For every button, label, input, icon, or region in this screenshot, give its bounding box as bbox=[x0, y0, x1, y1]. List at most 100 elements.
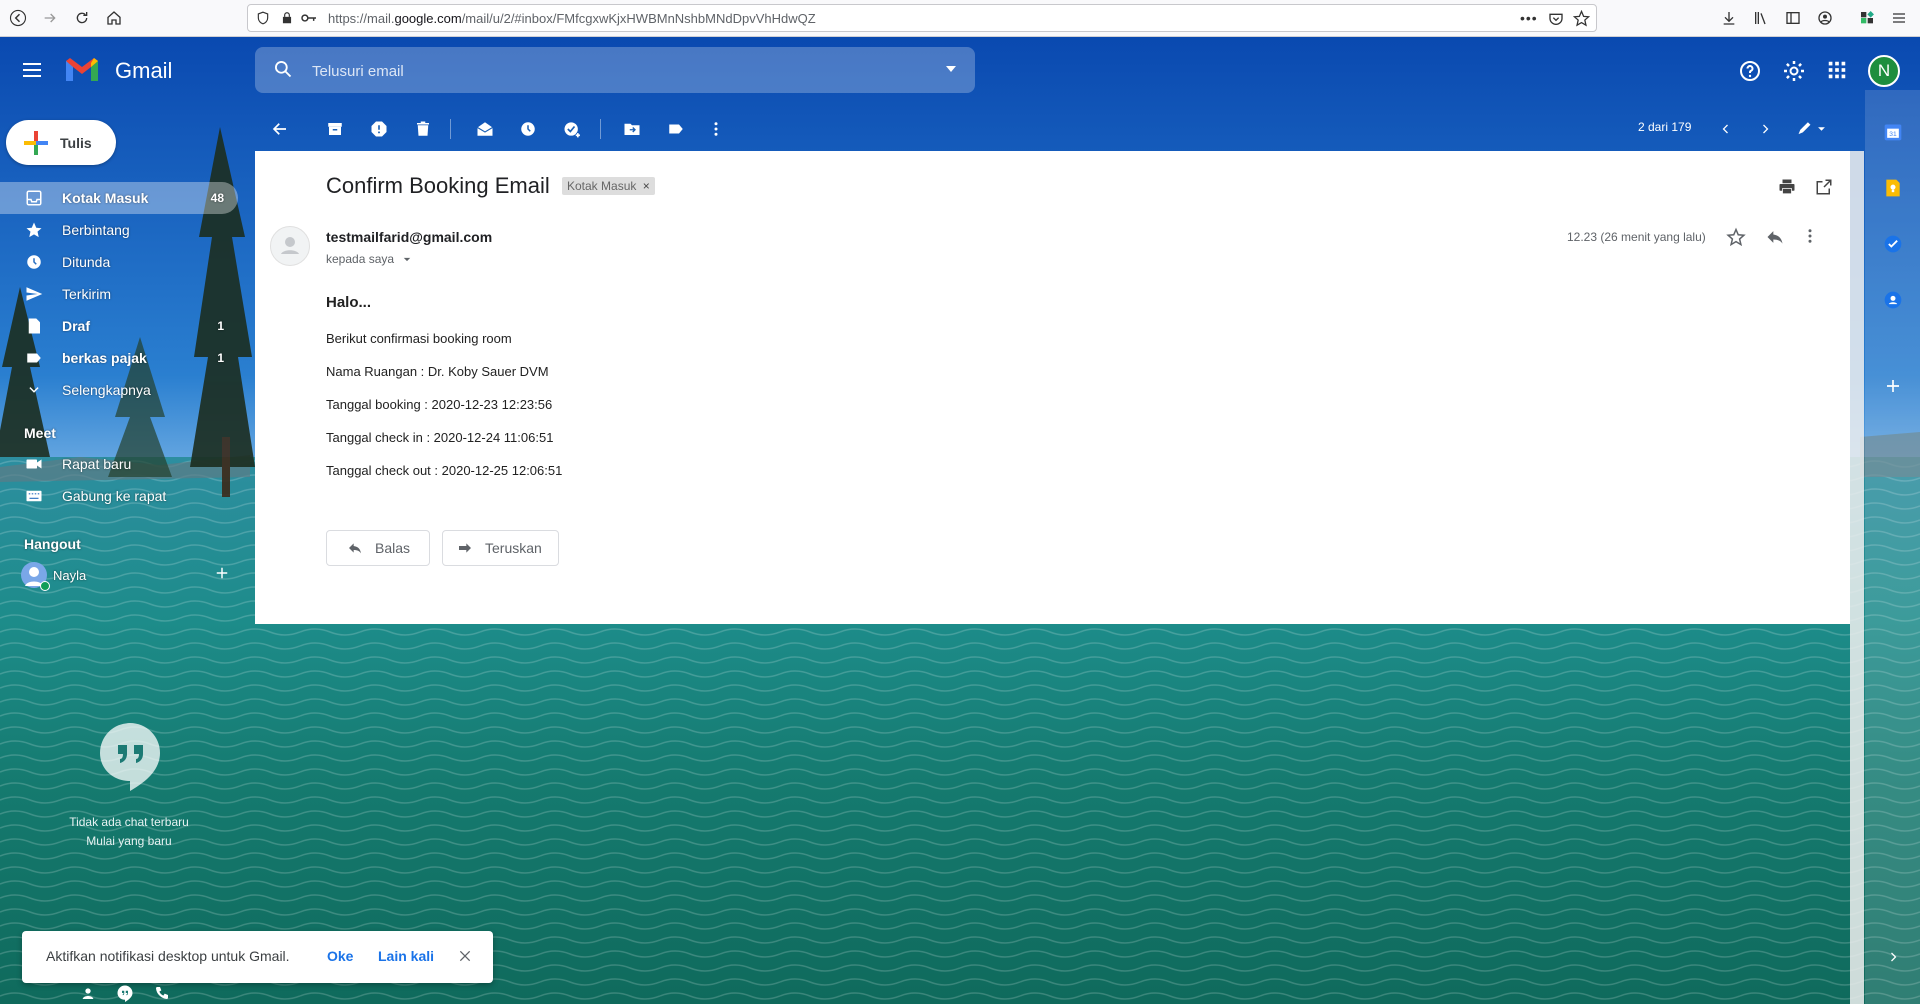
more-actions-icon[interactable] bbox=[704, 117, 728, 141]
message-scrollbar[interactable] bbox=[1850, 151, 1864, 1004]
send-icon bbox=[24, 284, 44, 304]
search-options-icon[interactable] bbox=[945, 65, 957, 73]
download-icon[interactable] bbox=[1715, 4, 1743, 32]
email-greeting: Halo... bbox=[326, 294, 372, 311]
remove-label-icon[interactable]: × bbox=[643, 179, 650, 193]
keep-icon[interactable] bbox=[1883, 178, 1903, 198]
account-icon[interactable] bbox=[1811, 4, 1839, 32]
older-chevron-right-icon[interactable] bbox=[1753, 117, 1777, 141]
email-body-line: Tanggal check out : 2020-12-25 12:06:51 bbox=[326, 463, 563, 478]
apps-grid-icon[interactable] bbox=[1826, 59, 1848, 81]
newer-chevron-left-icon[interactable] bbox=[1714, 117, 1738, 141]
delete-icon[interactable] bbox=[411, 117, 435, 141]
main-menu-icon[interactable] bbox=[20, 58, 44, 82]
hangout-user-avatar[interactable] bbox=[21, 562, 50, 591]
input-tools-icon[interactable] bbox=[1795, 117, 1831, 141]
extensions-icon[interactable] bbox=[1853, 4, 1881, 32]
more-dots-icon[interactable]: ••• bbox=[1520, 10, 1538, 26]
move-to-icon[interactable] bbox=[620, 117, 644, 141]
search-icon[interactable] bbox=[273, 59, 293, 79]
labels-icon[interactable] bbox=[664, 117, 688, 141]
help-icon[interactable] bbox=[1738, 59, 1762, 83]
remind-later-button[interactable]: Lain kali bbox=[378, 948, 434, 964]
address-bar[interactable]: https://mail.google.com/mail/u/2/#inbox/… bbox=[247, 4, 1597, 32]
sidebar-item-starred[interactable]: Berbintang bbox=[0, 214, 238, 246]
more-options-icon[interactable] bbox=[1807, 227, 1813, 245]
hangouts-chat-icon bbox=[98, 721, 162, 793]
search-bar[interactable] bbox=[255, 47, 975, 93]
reply-button[interactable]: Balas bbox=[326, 530, 430, 566]
forward-button[interactable]: Teruskan bbox=[442, 530, 559, 566]
no-chat-text: Tidak ada chat terbaru bbox=[69, 815, 189, 829]
sidebar-item-new-meeting[interactable]: Rapat baru bbox=[0, 448, 238, 480]
side-panel: 31 bbox=[1865, 90, 1920, 1004]
star-email-icon[interactable] bbox=[1726, 227, 1746, 247]
forward-icon[interactable] bbox=[36, 4, 64, 32]
sidebar-item-more[interactable]: Selengkapnya bbox=[0, 374, 238, 406]
archive-icon[interactable] bbox=[323, 117, 347, 141]
bookmark-star-icon[interactable] bbox=[1573, 10, 1590, 27]
compose-button[interactable]: Tulis bbox=[6, 120, 116, 165]
shield-icon[interactable] bbox=[256, 11, 270, 25]
url-text[interactable]: https://mail.google.com/mail/u/2/#inbox/… bbox=[328, 11, 816, 26]
report-spam-icon[interactable] bbox=[367, 117, 391, 141]
pagination-text: 2 dari 179 bbox=[1638, 120, 1692, 134]
browser-toolbar: https://mail.google.com/mail/u/2/#inbox/… bbox=[0, 0, 1920, 37]
svg-text:31: 31 bbox=[1889, 131, 1897, 138]
add-chat-icon[interactable] bbox=[215, 566, 229, 580]
conversations-tab-icon[interactable] bbox=[116, 984, 134, 1002]
close-icon[interactable] bbox=[458, 949, 472, 963]
sender-avatar[interactable] bbox=[270, 226, 310, 266]
calendar-icon[interactable]: 31 bbox=[1883, 122, 1903, 142]
open-new-window-icon[interactable] bbox=[1815, 178, 1833, 196]
forward-button-label: Teruskan bbox=[485, 540, 542, 556]
hangout-user-name[interactable]: Nayla bbox=[53, 568, 86, 583]
library-icon[interactable] bbox=[1747, 4, 1775, 32]
search-input[interactable] bbox=[310, 60, 914, 82]
gmail-logo-icon[interactable] bbox=[64, 55, 100, 83]
home-icon[interactable] bbox=[100, 4, 128, 32]
phone-tab-icon[interactable] bbox=[154, 985, 170, 1001]
sidebar-item-join-meeting[interactable]: Gabung ke rapat bbox=[0, 480, 238, 512]
star-icon bbox=[24, 220, 44, 240]
enable-notifications-button[interactable]: Oke bbox=[327, 948, 353, 964]
chevron-down-icon bbox=[404, 258, 411, 262]
back-icon[interactable] bbox=[4, 4, 32, 32]
get-addons-plus-icon[interactable] bbox=[1885, 378, 1901, 394]
unread-count: 48 bbox=[210, 191, 224, 205]
recipient-details[interactable]: kepada saya bbox=[326, 252, 411, 266]
settings-gear-icon[interactable] bbox=[1782, 59, 1806, 83]
print-icon[interactable] bbox=[1778, 178, 1796, 196]
expand-panel-chevron-icon[interactable] bbox=[1887, 950, 1899, 964]
start-new-chat-link[interactable]: Mulai yang baru bbox=[40, 834, 218, 848]
tasks-icon[interactable] bbox=[1883, 234, 1903, 254]
sidebar-item-inbox[interactable]: Kotak Masuk 48 bbox=[0, 182, 238, 214]
sender-email[interactable]: testmailfarid@gmail.com bbox=[326, 229, 492, 245]
reply-icon[interactable] bbox=[1765, 227, 1785, 247]
plus-icon bbox=[22, 129, 50, 157]
sidebar-item-drafts[interactable]: Draf 1 bbox=[0, 310, 238, 342]
sidebar-toggle-icon[interactable] bbox=[1779, 4, 1807, 32]
reload-icon[interactable] bbox=[68, 4, 96, 32]
account-avatar[interactable]: N bbox=[1868, 55, 1900, 87]
key-icon[interactable] bbox=[300, 11, 318, 25]
sidebar-item-label: Rapat baru bbox=[62, 456, 132, 472]
menu-icon[interactable] bbox=[1885, 4, 1913, 32]
inbox-label-chip[interactable]: Kotak Masuk × bbox=[562, 177, 655, 195]
sidebar-item-sent[interactable]: Terkirim bbox=[0, 278, 238, 310]
pocket-icon[interactable] bbox=[1548, 11, 1564, 27]
sidebar-item-snoozed[interactable]: Ditunda bbox=[0, 246, 238, 278]
sidebar-item-berkas-pajak[interactable]: berkas pajak 1 bbox=[0, 342, 238, 374]
back-to-inbox-icon[interactable] bbox=[268, 117, 292, 141]
desktop-notification-prompt: Aktifkan notifikasi desktop untuk Gmail.… bbox=[22, 931, 493, 983]
snooze-icon[interactable] bbox=[516, 117, 540, 141]
app-name[interactable]: Gmail bbox=[115, 58, 172, 84]
chevron-down-icon bbox=[24, 380, 44, 400]
contacts-icon[interactable] bbox=[1883, 290, 1903, 310]
mark-unread-icon[interactable] bbox=[473, 117, 497, 141]
label-chip-text: Kotak Masuk bbox=[567, 179, 637, 193]
contacts-tab-icon[interactable] bbox=[80, 985, 96, 1001]
keyboard-icon bbox=[24, 486, 44, 506]
lock-icon[interactable] bbox=[280, 11, 294, 25]
add-to-tasks-icon[interactable] bbox=[560, 117, 584, 141]
